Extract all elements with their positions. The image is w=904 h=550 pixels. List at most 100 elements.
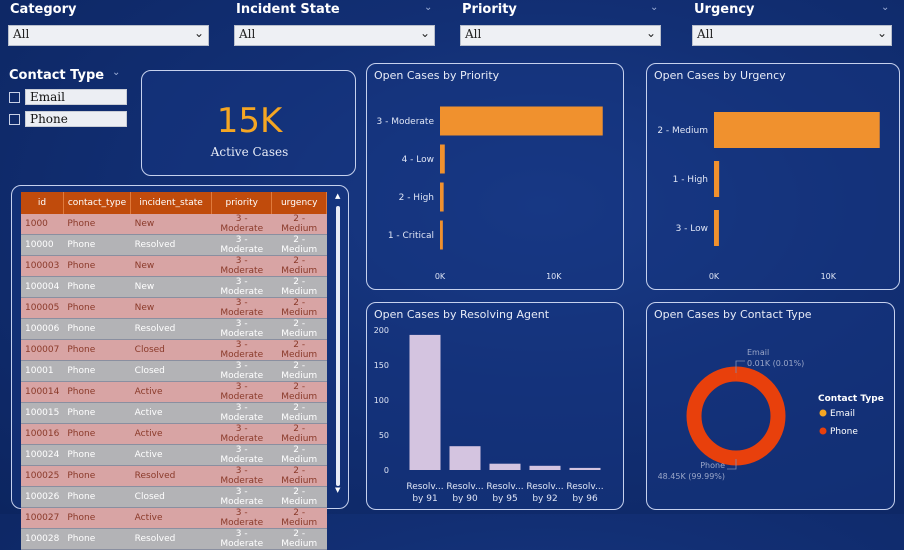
cell-id: 100024	[21, 444, 64, 466]
table-row[interactable]: 100024 Phone Active 3 - Moderate 2 - Medium	[21, 444, 327, 466]
column-header-priority[interactable]: priority	[211, 192, 273, 214]
bar[interactable]	[409, 334, 441, 470]
table-row[interactable]: 100003 Phone New 3 - Moderate 2 - Medium	[21, 255, 327, 277]
cell-priority: 3 - Moderate	[211, 444, 272, 466]
scrollbar[interactable]: ▲ ▼	[335, 192, 341, 494]
option-label: Phone	[25, 111, 127, 127]
dropdown-value: All	[697, 27, 714, 41]
cases-table-card: id contact_type incident_state priority …	[11, 185, 349, 550]
cell-urgency: 2 - Medium	[271, 339, 327, 361]
kpi-value: 15K	[216, 101, 283, 141]
slicer-title: Incident State	[236, 2, 340, 17]
bar[interactable]	[440, 220, 443, 250]
cell-urgency: 2 - Medium	[271, 444, 327, 466]
urgency-dropdown[interactable]: All ⌄	[692, 25, 892, 46]
cell-contact-type: Phone	[63, 276, 131, 298]
cell-incident-state: Resolved	[130, 465, 212, 487]
column-header-contact-type[interactable]: contact_type	[63, 192, 132, 214]
table-row[interactable]: 100028 Phone Resolved 3 - Moderate 2 - Mediu…	[21, 528, 327, 550]
checkbox[interactable]	[9, 114, 20, 125]
cell-urgency: 2 - Medium	[271, 234, 327, 256]
chevron-down-icon[interactable]: ⌄	[112, 67, 120, 78]
category-label: 1 - High	[673, 175, 708, 185]
slicer-title: Contact Type	[9, 68, 105, 83]
x-tick-label: 0K	[709, 272, 720, 281]
table-row[interactable]: 10001 Phone Closed 3 - Moderate 2 - Medium	[21, 360, 327, 382]
table-row[interactable]: 100006 Phone Resolved 3 - Moderate 2 - Mediu…	[21, 318, 327, 340]
x-tick-label: Resolv...	[406, 482, 443, 492]
x-tick-label: by 90	[452, 494, 478, 504]
bar[interactable]	[449, 446, 481, 470]
bar[interactable]	[440, 182, 444, 212]
cell-urgency: 2 - Medium	[271, 214, 327, 235]
urgency-chart-card: Open Cases by Urgency 2 - Medium 1 - High…	[646, 63, 900, 290]
cell-incident-state: Active	[130, 444, 212, 466]
chart-title: Open Cases by Resolving Agent	[374, 308, 550, 321]
category-dropdown[interactable]: All ⌄	[8, 25, 209, 46]
column-header-incident-state[interactable]: incident_state	[130, 192, 213, 214]
bar[interactable]	[714, 161, 720, 197]
kpi-card: 15K Active Cases	[141, 70, 356, 176]
cell-priority: 3 - Moderate	[211, 507, 272, 529]
chevron-down-icon[interactable]: ⌄	[424, 2, 432, 13]
bar[interactable]	[714, 210, 719, 246]
bar[interactable]	[529, 465, 561, 470]
cell-incident-state: Active	[130, 507, 212, 529]
bar[interactable]	[489, 463, 521, 470]
cell-urgency: 2 - Medium	[271, 276, 327, 298]
checkbox[interactable]	[9, 92, 20, 103]
slicer-incident-state: Incident State ⌄ All ⌄	[234, 2, 435, 46]
bar[interactable]	[440, 144, 445, 174]
scroll-down-arrow-icon[interactable]: ▼	[335, 486, 340, 494]
cell-contact-type: Phone	[63, 234, 131, 256]
cell-priority: 3 - Moderate	[211, 528, 272, 550]
contact-type-chart-card: Open Cases by Contact Type Email 0.01K (0…	[646, 302, 895, 510]
table-row[interactable]: 100027 Phone Active 3 - Moderate 2 - Medium	[21, 507, 327, 529]
table-row[interactable]: 100004 Phone New 3 - Moderate 2 - Medium	[21, 276, 327, 298]
cell-contact-type: Phone	[63, 507, 131, 529]
table-row[interactable]: 100025 Phone Resolved 3 - Moderate 2 - Mediu…	[21, 465, 327, 487]
cell-incident-state: Closed	[130, 339, 212, 361]
chevron-down-icon[interactable]: ⌄	[650, 2, 658, 13]
bar[interactable]	[569, 467, 601, 470]
donut-slice[interactable]	[686, 366, 786, 466]
column-header-urgency[interactable]: urgency	[271, 192, 327, 214]
cell-incident-state: New	[130, 214, 212, 235]
chart-title: Open Cases by Urgency	[654, 69, 786, 82]
scrollbar-thumb[interactable]	[336, 206, 340, 486]
cell-urgency: 2 - Medium	[271, 423, 327, 445]
scroll-up-arrow-icon[interactable]: ▲	[335, 192, 340, 200]
cell-priority: 3 - Moderate	[211, 234, 272, 256]
cell-incident-state: New	[130, 276, 212, 298]
cell-contact-type: Phone	[63, 486, 131, 508]
priority-dropdown[interactable]: All ⌄	[460, 25, 661, 46]
cell-id: 100014	[21, 381, 64, 403]
chevron-down-icon[interactable]: ⌄	[881, 2, 889, 13]
bar[interactable]	[440, 106, 603, 136]
table-row[interactable]: 10000 Phone Resolved 3 - Moderate 2 - Medium	[21, 234, 327, 256]
table-row[interactable]: 100016 Phone Active 3 - Moderate 2 - Medium	[21, 423, 327, 445]
cell-id: 100007	[21, 339, 64, 361]
x-tick-label: by 96	[572, 494, 598, 504]
table-row[interactable]: 100005 Phone New 3 - Moderate 2 - Medium	[21, 297, 327, 319]
bar[interactable]	[714, 112, 880, 148]
cell-contact-type: Phone	[63, 318, 131, 340]
table-row[interactable]: 100007 Phone Closed 3 - Moderate 2 - Medium	[21, 339, 327, 361]
incident-state-dropdown[interactable]: All ⌄	[234, 25, 435, 46]
column-header-id[interactable]: id	[21, 192, 64, 214]
cell-priority: 3 - Moderate	[211, 465, 272, 487]
cell-incident-state: Active	[130, 381, 212, 403]
dropdown-value: All	[465, 27, 482, 41]
cell-contact-type: Phone	[63, 528, 131, 550]
x-tick-label: Resolv...	[526, 482, 563, 492]
cell-priority: 3 - Moderate	[211, 214, 272, 235]
dropdown-value: All	[13, 27, 30, 41]
table-row[interactable]: 100015 Phone Active 3 - Moderate 2 - Medium	[21, 402, 327, 424]
priority-bar-chart: 3 - Moderate 4 - Low 2 - High 1 - Critical 0…	[377, 106, 603, 281]
cell-contact-type: Phone	[63, 465, 131, 487]
table-row[interactable]: 1000 Phone New 3 - Moderate 2 - Medium	[21, 214, 327, 235]
table-row[interactable]: 100014 Phone Active 3 - Moderate 2 - Medium	[21, 381, 327, 403]
table-row[interactable]: 100026 Phone Closed 3 - Moderate 2 - Medium	[21, 486, 327, 508]
cell-incident-state: Closed	[130, 486, 212, 508]
cell-incident-state: Active	[130, 402, 212, 424]
